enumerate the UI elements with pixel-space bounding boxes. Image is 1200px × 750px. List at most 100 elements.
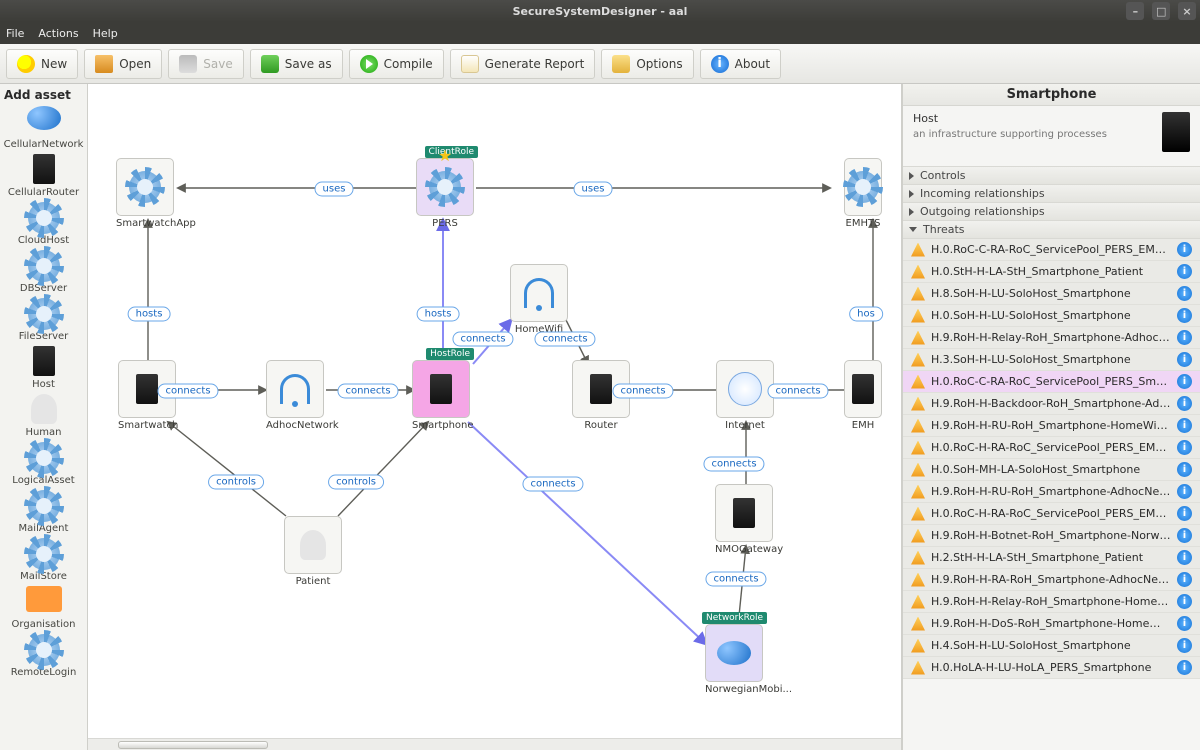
- accordion-outgoing-relationships[interactable]: Outgoing relationships: [903, 203, 1200, 221]
- node-homewifi[interactable]: HomeWifi: [510, 264, 568, 335]
- threat-row[interactable]: H.0.RoC-C-RA-RoC_ServicePool_PERS_Smartw…: [903, 371, 1200, 393]
- asset-description: an infrastructure supporting processes: [913, 129, 1154, 140]
- threat-row[interactable]: H.0.StH-H-LA-StH_Smartphone_Patienti: [903, 261, 1200, 283]
- report-icon: [461, 55, 479, 73]
- info-icon[interactable]: i: [1177, 374, 1192, 389]
- edge-label: connects: [452, 332, 513, 347]
- info-icon[interactable]: i: [1177, 264, 1192, 279]
- node-internet[interactable]: Internet: [716, 360, 774, 431]
- info-icon[interactable]: i: [1177, 330, 1192, 345]
- threat-row[interactable]: H.9.RoH-H-Relay-RoH_Smartphone-HomeWifi-…: [903, 591, 1200, 613]
- info-icon[interactable]: i: [1177, 638, 1192, 653]
- info-icon[interactable]: i: [1177, 572, 1192, 587]
- diagram-canvas[interactable]: SmartwatchApp ClientRole★PERS EMHTS HomeWif…: [88, 84, 902, 750]
- info-icon[interactable]: i: [1177, 462, 1192, 477]
- new-button[interactable]: New: [6, 49, 78, 79]
- palette-item-organisation[interactable]: Organisation: [0, 586, 87, 630]
- threat-row[interactable]: H.8.SoH-H-LU-SoloHost_Smartphonei: [903, 283, 1200, 305]
- threat-row[interactable]: H.0.SoH-H-LU-SoloHost_Smartphonei: [903, 305, 1200, 327]
- palette-item-human[interactable]: Human: [0, 394, 87, 438]
- chevron-icon: [909, 227, 917, 232]
- node-nmogateway[interactable]: NMOGateway: [715, 484, 773, 555]
- info-icon[interactable]: i: [1177, 396, 1192, 411]
- saveas-button[interactable]: Save as: [250, 49, 343, 79]
- node-pers[interactable]: ClientRole★PERS: [416, 158, 474, 229]
- report-button[interactable]: Generate Report: [450, 49, 596, 79]
- threat-row[interactable]: H.9.RoH-H-RA-RoH_Smartphone-AdhocNetwork…: [903, 569, 1200, 591]
- threat-row[interactable]: H.9.RoH-H-Botnet-RoH_Smartphone-Norwegia…: [903, 525, 1200, 547]
- accordion-incoming-relationships[interactable]: Incoming relationships: [903, 185, 1200, 203]
- threat-row[interactable]: H.9.RoH-H-RU-RoH_Smartphone-AdhocNetwork…: [903, 481, 1200, 503]
- info-icon[interactable]: i: [1177, 528, 1192, 543]
- threat-row[interactable]: H.9.RoH-H-RU-RoH_Smartphone-HomeWifi-Int…: [903, 415, 1200, 437]
- warning-icon: [911, 529, 925, 543]
- canvas-horizontal-scrollbar[interactable]: [88, 738, 901, 750]
- threat-row[interactable]: H.9.RoH-H-Backdoor-RoH_Smartphone-AdhocN…: [903, 393, 1200, 415]
- info-icon[interactable]: i: [1177, 286, 1192, 301]
- threat-label: H.0.RoC-C-RA-RoC_ServicePool_PERS_Smartw…: [931, 375, 1171, 388]
- threat-label: H.9.RoH-H-Relay-RoH_Smartphone-HomeWifi-…: [931, 595, 1171, 608]
- threat-label: H.9.RoH-H-RA-RoH_Smartphone-AdhocNetwork…: [931, 573, 1171, 586]
- mailstore-icon: [28, 538, 60, 570]
- menu-actions[interactable]: Actions: [38, 27, 78, 40]
- palette-item-logicalasset[interactable]: LogicalAsset: [0, 442, 87, 486]
- palette-item-fileserver[interactable]: FileServer: [0, 298, 87, 342]
- palette-item-dbserver[interactable]: DBServer: [0, 250, 87, 294]
- node-emhtsvc[interactable]: EMHTS: [844, 158, 882, 229]
- palette-item-mailstore[interactable]: MailStore: [0, 538, 87, 582]
- role-tag: NetworkRole: [702, 612, 767, 624]
- palette-item-host[interactable]: Host: [0, 346, 87, 390]
- threat-row[interactable]: H.9.RoH-H-DoS-RoH_Smartphone-HomeWifi-In…: [903, 613, 1200, 635]
- info-icon[interactable]: i: [1177, 242, 1192, 257]
- info-icon[interactable]: i: [1177, 352, 1192, 367]
- threat-row[interactable]: H.0.RoC-C-RA-RoC_ServicePool_PERS_EMHTSe…: [903, 239, 1200, 261]
- palette-item-mailagent[interactable]: MailAgent: [0, 490, 87, 534]
- info-icon[interactable]: i: [1177, 594, 1192, 609]
- palette-item-cellularrouter[interactable]: CellularRouter: [0, 154, 87, 198]
- threat-row[interactable]: H.4.SoH-H-LU-SoloHost_Smartphonei: [903, 635, 1200, 657]
- node-smartphone[interactable]: HostRoleSmartphone: [412, 360, 470, 431]
- menu-help[interactable]: Help: [93, 27, 118, 40]
- palette-item-remotelogin[interactable]: RemoteLogin: [0, 634, 87, 678]
- palette-item-cellularnetwork[interactable]: CellularNetwork: [0, 106, 87, 150]
- threat-row[interactable]: H.0.SoH-MH-LA-SoloHost_Smartphonei: [903, 459, 1200, 481]
- info-icon[interactable]: i: [1177, 550, 1192, 565]
- compile-button[interactable]: Compile: [349, 49, 444, 79]
- info-icon[interactable]: i: [1177, 440, 1192, 455]
- threat-row[interactable]: H.0.RoC-H-RA-RoC_ServicePool_PERS_EMHTSe…: [903, 437, 1200, 459]
- window-close-button[interactable]: ×: [1178, 2, 1196, 20]
- window-minimize-button[interactable]: –: [1126, 2, 1144, 20]
- window-maximize-button[interactable]: □: [1152, 2, 1170, 20]
- properties-title: Smartphone: [903, 84, 1200, 106]
- palette-item-cloudhost[interactable]: CloudHost: [0, 202, 87, 246]
- node-smartwatchapp[interactable]: SmartwatchApp: [116, 158, 174, 229]
- info-icon[interactable]: i: [1177, 616, 1192, 631]
- node-patient[interactable]: Patient: [284, 516, 342, 587]
- saveas-icon: [261, 55, 279, 73]
- asset-thumbnail-icon: [1162, 112, 1190, 152]
- threat-row[interactable]: H.9.RoH-H-Relay-RoH_Smartphone-AdhocNetw…: [903, 327, 1200, 349]
- info-icon[interactable]: i: [1177, 308, 1192, 323]
- open-button[interactable]: Open: [84, 49, 162, 79]
- accordion-threats[interactable]: Threats: [903, 221, 1200, 239]
- threat-row[interactable]: H.3.SoH-H-LU-SoloHost_Smartphonei: [903, 349, 1200, 371]
- threat-row[interactable]: H.2.StH-H-LA-StH_Smartphone_Patienti: [903, 547, 1200, 569]
- options-button[interactable]: Options: [601, 49, 693, 79]
- info-icon[interactable]: i: [1177, 418, 1192, 433]
- node-norwegianmobile[interactable]: NetworkRoleNorwegianMobi...: [705, 624, 763, 695]
- menu-file[interactable]: File: [6, 27, 24, 40]
- threat-row[interactable]: H.0.HoLA-H-LU-HoLA_PERS_Smartphonei: [903, 657, 1200, 679]
- info-icon[interactable]: i: [1177, 660, 1192, 675]
- node-adhocnetwork[interactable]: AdhocNetwork: [266, 360, 324, 431]
- threat-label: H.9.RoH-H-Backdoor-RoH_Smartphone-AdhocN…: [931, 397, 1171, 410]
- threat-row[interactable]: H.0.RoC-H-RA-RoC_ServicePool_PERS_EMHTSe…: [903, 503, 1200, 525]
- pers-icon: [429, 171, 461, 203]
- info-icon[interactable]: i: [1177, 484, 1192, 499]
- node-emht[interactable]: EMH: [844, 360, 882, 431]
- chevron-icon: [909, 172, 914, 180]
- report-label: Generate Report: [485, 57, 585, 71]
- accordion-controls[interactable]: Controls: [903, 167, 1200, 185]
- about-button[interactable]: iAbout: [700, 49, 781, 79]
- info-icon[interactable]: i: [1177, 506, 1192, 521]
- threats-list[interactable]: H.0.RoC-C-RA-RoC_ServicePool_PERS_EMHTSe…: [903, 239, 1200, 750]
